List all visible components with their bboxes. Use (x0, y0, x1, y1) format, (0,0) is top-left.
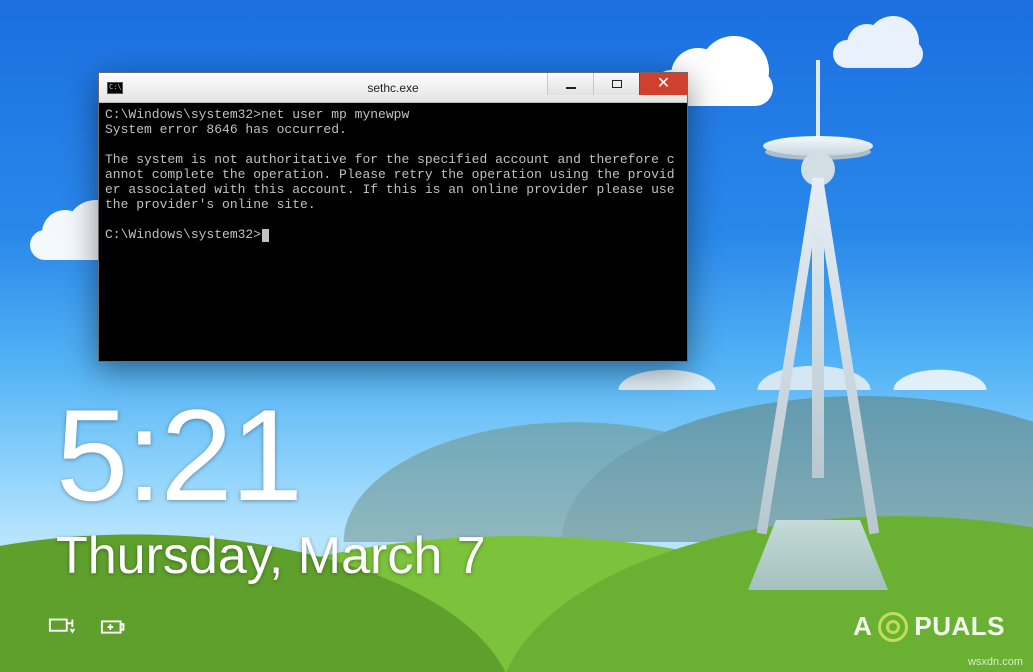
source-watermark: wsxdn.com (968, 656, 1023, 668)
lock-screen: 5:21 Thursday, March 7 A PUALS wsxdn.com… (0, 0, 1033, 672)
console-prompt: C:\Windows\system32> (105, 227, 261, 242)
close-button[interactable]: ✕ (639, 73, 687, 95)
brand-text: A (853, 611, 872, 642)
command-window[interactable]: sethc.exe ✕ C:\Windows\system32>net user… (98, 72, 688, 362)
console-line: System error 8646 has occurred. (105, 122, 347, 137)
console-line: C:\Windows\system32>net user mp mynewpw (105, 107, 409, 122)
cloud-icon (833, 40, 923, 68)
maximize-button[interactable] (593, 73, 639, 95)
cursor (262, 229, 269, 242)
clock-time: 5:21 (56, 390, 486, 520)
window-title: sethc.exe (367, 81, 418, 95)
network-icon (48, 615, 78, 644)
status-tray (48, 615, 130, 644)
titlebar[interactable]: sethc.exe ✕ (99, 73, 687, 103)
cmd-icon (107, 82, 123, 94)
power-icon (100, 615, 130, 644)
brand-watermark: A PUALS (853, 611, 1005, 642)
console-output[interactable]: C:\Windows\system32>net user mp mynewpw … (99, 103, 687, 361)
lockscreen-clock: 5:21 Thursday, March 7 (56, 390, 486, 586)
minimize-button[interactable] (547, 73, 593, 95)
console-line: The system is not authoritative for the … (105, 152, 682, 212)
clock-date: Thursday, March 7 (56, 526, 486, 586)
brand-text: PUALS (914, 611, 1005, 642)
gear-icon (878, 612, 908, 642)
